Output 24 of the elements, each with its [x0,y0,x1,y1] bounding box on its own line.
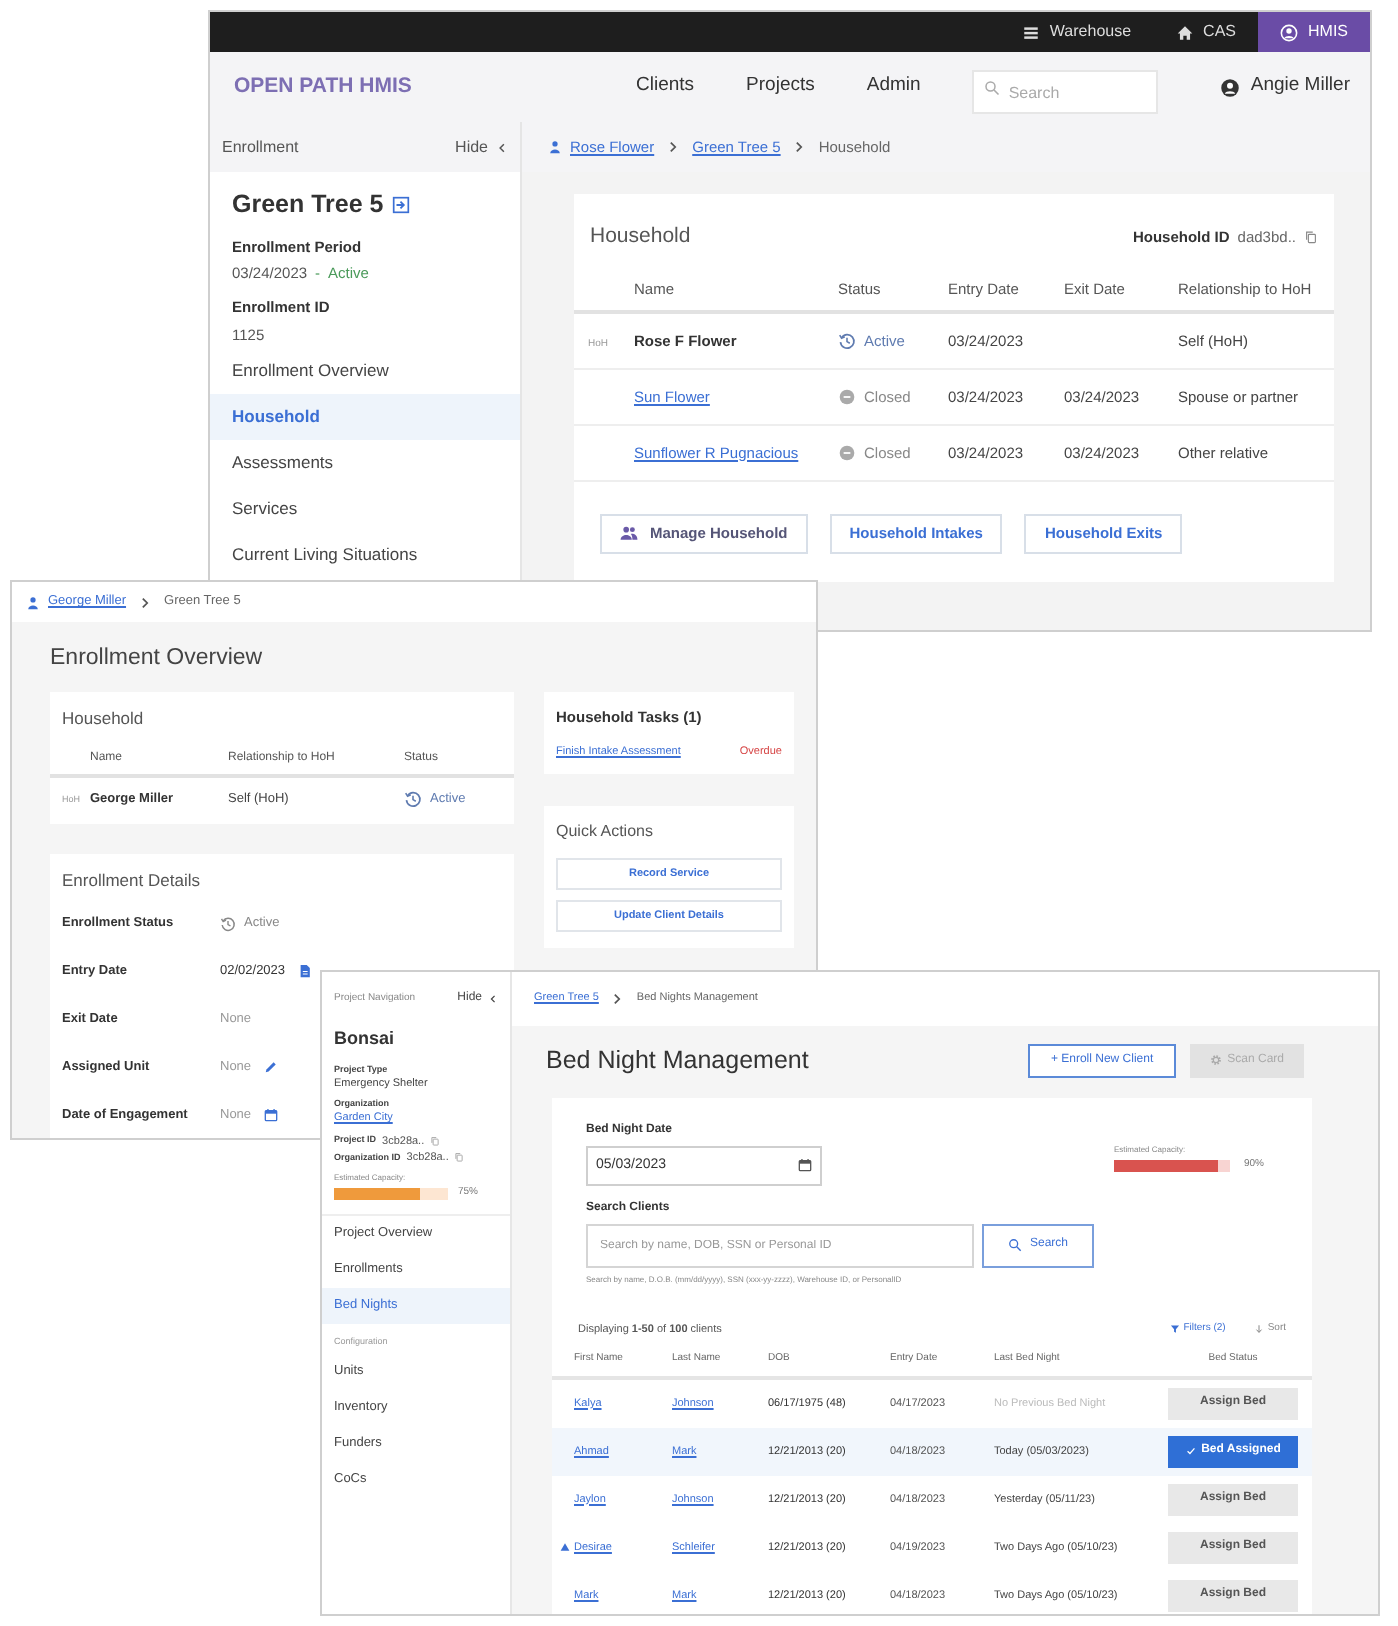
card-title: Household [60,706,146,733]
hide-button[interactable]: Hide [455,135,508,159]
page-title: Bed Night Management [546,1044,809,1078]
app-switcher-tab[interactable]: HMIS [1258,12,1370,52]
sidebar-item[interactable]: Assessments [210,440,520,486]
card-title: Quick Actions [556,819,655,844]
card-title: Enrollment Details [60,868,202,894]
sidebar-item[interactable]: Current Living Situations [210,532,520,578]
brand-name: OPEN PATH HMIS [234,71,414,102]
nav-link[interactable]: Projects [746,72,815,102]
nav-link[interactable]: Clients [636,72,695,102]
sidebar-title: Enrollment [222,135,299,159]
page-title: Enrollment Overview [48,644,265,674]
app-switcher-tab[interactable]: Warehouse [999,12,1154,52]
card-title: Household [590,222,691,252]
search-field[interactable]: Search [972,70,1159,114]
app-switcher-tab[interactable]: CAS [1153,12,1258,52]
user-name: Angie Miller [1250,72,1350,101]
sidebar-item[interactable]: Services [210,486,520,532]
sidebar-item[interactable]: Enrollment Overview [210,348,520,394]
sidebar-item[interactable]: Household [210,394,520,440]
nav-link[interactable]: Admin [866,72,921,102]
project-title: Green Tree 5 [232,188,384,222]
project-title: Bonsai [334,1026,397,1052]
